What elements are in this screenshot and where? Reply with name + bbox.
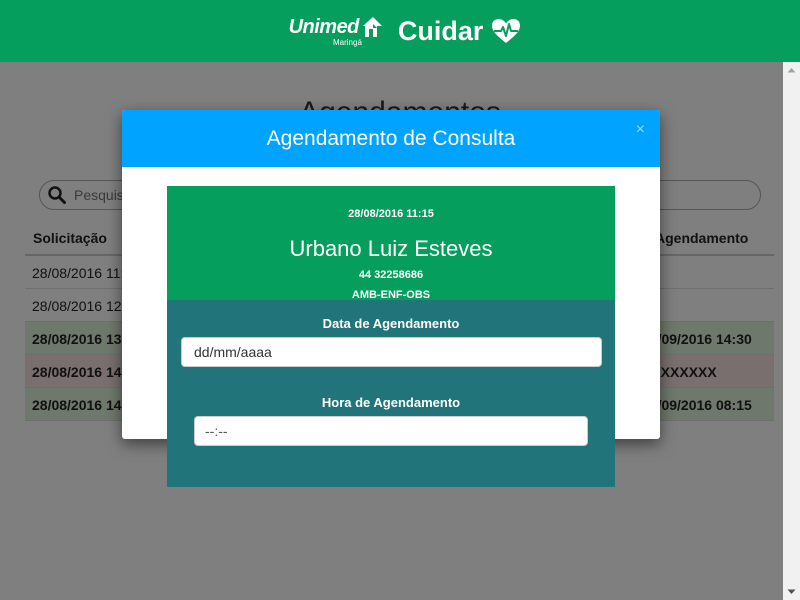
brand-name: Unimed [288,15,360,38]
date-input[interactable]: dd/mm/aaaa [181,337,602,367]
brand: Unimed Maringá Cuidar [289,16,522,47]
time-input[interactable]: --:-- [194,416,588,446]
modal-title: Agendamento de Consulta [266,126,516,150]
top-bar: Unimed Maringá Cuidar [0,0,800,62]
modal-header: Agendamento de Consulta × [122,110,660,167]
request-datetime: 28/08/2016 11:15 [348,208,434,220]
schedule-form: Data de Agendamento dd/mm/aaaa Hora de A… [167,300,615,487]
heart-pulse-icon [492,19,521,43]
unimed-logo: Unimed Maringá [289,16,384,47]
time-label: Hora de Agendamento [321,395,461,410]
patient-phone: 44 32258686 [358,269,424,281]
page-scrollbar[interactable] [783,62,800,600]
brand-city: Maringá [333,37,362,47]
date-label: Data de Agendamento [322,316,460,331]
unimed-symbol-icon [362,16,382,37]
app-title: Cuidar [397,15,484,46]
scroll-down-arrow-icon[interactable] [783,583,800,600]
patient-card: 28/08/2016 11:15 Urbano Luiz Esteves 44 … [167,186,615,301]
patient-name: Urbano Luiz Esteves [289,236,493,261]
close-button[interactable]: × [636,122,645,138]
scroll-up-arrow-icon[interactable] [783,62,800,79]
